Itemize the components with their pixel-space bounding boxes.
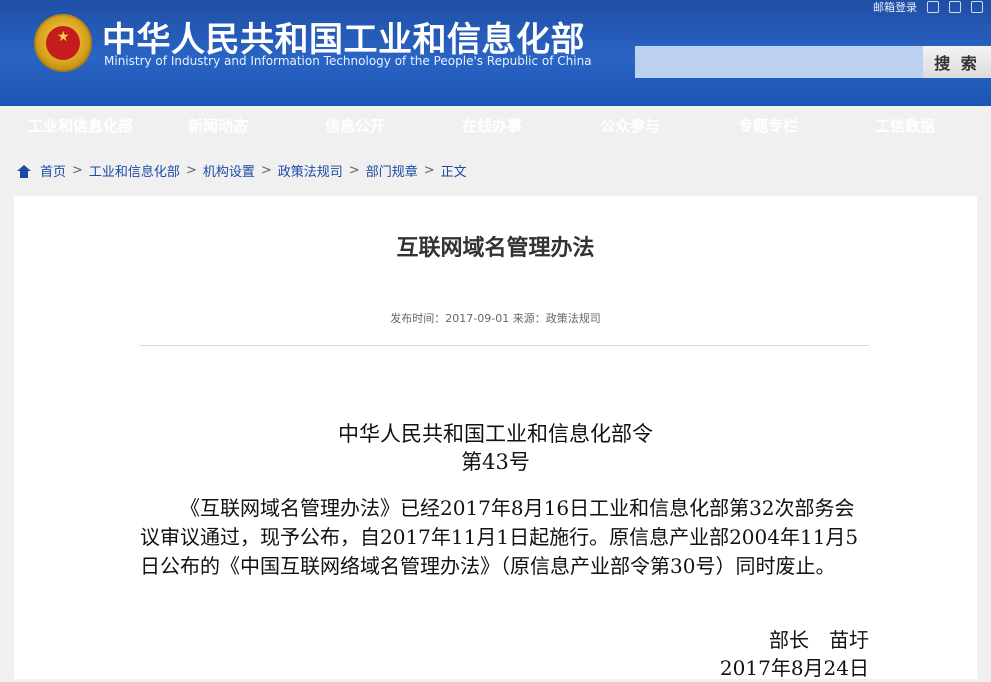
nav-item-online-services[interactable]: 在线办事 [462,115,522,136]
breadcrumb-home[interactable]: 首页 [40,161,66,180]
site-title-en: Ministry of Industry and Information Tec… [104,54,592,68]
wechat-icon[interactable] [971,1,983,13]
accessibility-icon[interactable] [927,1,939,13]
home-icon[interactable] [16,163,32,179]
signature-date: 2017年8月24日 [719,656,869,680]
breadcrumb-separator: > [423,163,435,178]
decree-title: 中华人民共和国工业和信息化部令 [338,422,653,446]
nav-item-info-disclosure[interactable]: 信息公开 [325,115,385,136]
article-divider [140,345,869,346]
breadcrumb-row: 首页 > 工业和信息化部 > 机构设置 > 政策法规司 > 部门规章 > 正文 [16,161,467,180]
nav-item-miit[interactable]: 工业和信息化部 [28,115,133,136]
breadcrumb-separator: > [348,163,360,178]
article-body: 《互联网域名管理办法》已经2017年8月16日工业和信息化部第32次部务会议审议… [140,496,859,578]
breadcrumb-separator: > [260,163,272,178]
search-button[interactable]: 搜 索 [923,46,991,78]
article-title: 互联网域名管理办法 [396,236,595,261]
breadcrumb-miit[interactable]: 工业和信息化部 [89,161,180,180]
nav-item-data[interactable]: 工信数据 [875,115,935,136]
national-emblem-icon: ★ [34,14,92,72]
emblem-star-icon: ★ [57,29,70,45]
nav-item-news[interactable]: 新闻动态 [188,115,248,136]
mail-login-link[interactable]: 邮箱登录 [873,0,917,15]
breadcrumb-separator: > [72,163,83,178]
signature-minister: 部长 苗圩 [769,628,869,652]
nav-item-public-participation[interactable]: 公众参与 [600,115,660,136]
article-meta: 发布时间：2017-09-01 来源：政策法规司 [390,312,601,325]
article-card: 互联网域名管理办法 发布时间：2017-09-01 来源：政策法规司 中华人民共… [14,196,977,682]
nav-item-topics[interactable]: 专题专栏 [738,115,798,136]
breadcrumb-org[interactable]: 机构设置 [203,161,255,180]
breadcrumb-rules[interactable]: 部门规章 [366,161,418,180]
site-search: 搜 索 [635,46,991,78]
top-links: 邮箱登录 [873,0,983,14]
decree-number: 第43号 [461,450,530,474]
site-header: ★ 中华人民共和国工业和信息化部 Ministry of Industry an… [0,0,991,135]
search-input[interactable] [635,46,923,78]
breadcrumb: 首页 > 工业和信息化部 > 机构设置 > 政策法规司 > 部门规章 > 正文 [0,144,991,196]
breadcrumb-current: 正文 [440,165,467,180]
main-nav: 工业和信息化部 新闻动态 信息公开 在线办事 公众参与 专题专栏 工信数据 [0,106,991,144]
breadcrumb-separator: > [185,163,197,178]
weibo-icon[interactable] [949,1,961,13]
signature: 部长 苗圩 2017年8月24日 [629,626,869,682]
breadcrumb-policy[interactable]: 政策法规司 [278,161,343,180]
